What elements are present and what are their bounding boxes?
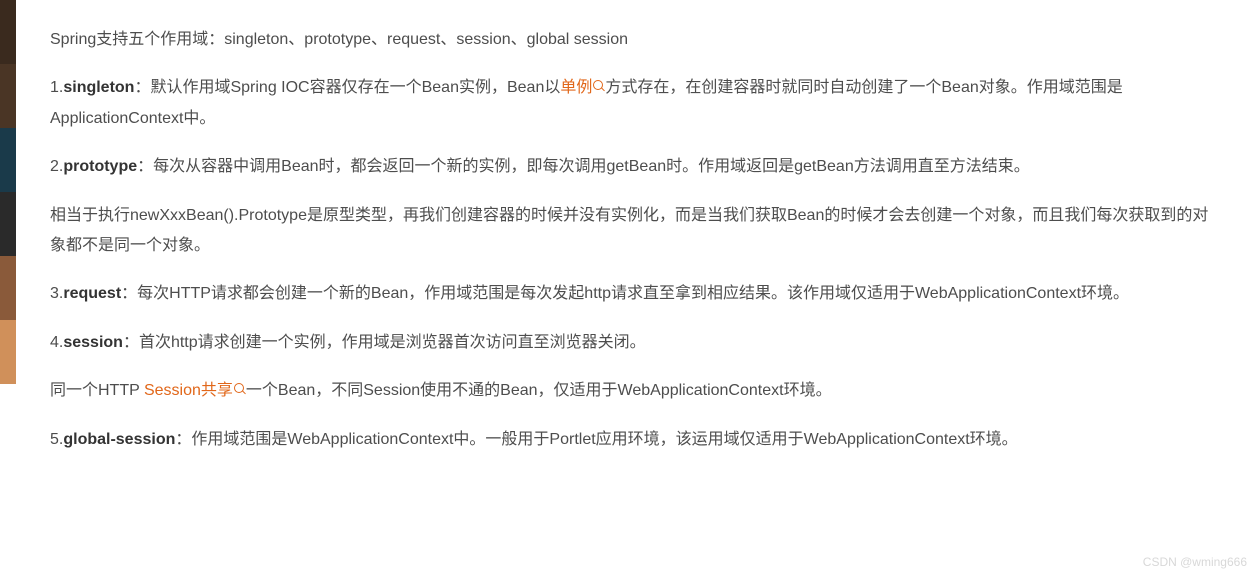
item-colon: ： [137,158,153,175]
item-text: 每次从容器中调用Bean时，都会返回一个新的实例，即每次调用getBean时。作… [153,158,1030,175]
session-extra-paragraph: 同一个HTTP Session共享一个Bean，不同Session使用不通的Be… [50,376,1220,406]
item-term: session [63,334,123,351]
singleton-link-wrap[interactable]: 单例 [560,79,605,96]
item-colon: ： [121,285,137,302]
item-number: 4. [50,334,63,351]
session-link-wrap[interactable]: Session共享 [144,382,246,399]
prototype-extra-paragraph: 相当于执行newXxxBean().Prototype是原型类型，再我们创建容器… [50,201,1220,262]
item-colon: ： [123,334,139,351]
item-text-pre: 默认作用域Spring IOC容器仅存在一个Bean实例，Bean以 [150,79,560,96]
item-colon: ： [175,431,191,448]
thumb-stub [0,128,16,192]
thumb-stub [0,192,16,256]
item-number: 5. [50,431,63,448]
sidebar-thumbnails [0,0,16,578]
item-text: 作用域范围是WebApplicationContext中。一般用于Portlet… [191,431,1017,448]
item-term: request [63,285,121,302]
item-request: 3.request：每次HTTP请求都会创建一个新的Bean，作用域范围是每次发… [50,279,1220,309]
item-global-session: 5.global-session：作用域范围是WebApplicationCon… [50,425,1220,455]
search-icon[interactable] [593,80,605,92]
thumb-stub [0,0,16,64]
item-term: global-session [63,431,175,448]
item-colon: ： [134,79,150,96]
search-icon[interactable] [234,383,246,395]
thumb-stub [0,64,16,128]
item-session: 4.session：首次http请求创建一个实例，作用域是浏览器首次访问直至浏览… [50,328,1220,358]
link-text[interactable]: 单例 [560,79,592,96]
item-term: prototype [63,158,137,175]
text-pre: 同一个HTTP [50,382,140,399]
article-body: Spring支持五个作用域：singleton、prototype、reques… [0,0,1255,493]
item-term: singleton [63,79,134,96]
item-singleton: 1.singleton：默认作用域Spring IOC容器仅存在一个Bean实例… [50,73,1220,134]
thumb-stub [0,256,16,320]
thumb-stub [0,320,16,384]
item-prototype: 2.prototype：每次从容器中调用Bean时，都会返回一个新的实例，即每次… [50,152,1220,182]
item-number: 1. [50,79,63,96]
item-text: 每次HTTP请求都会创建一个新的Bean，作用域范围是每次发起http请求直至拿… [137,285,1129,302]
item-text: 首次http请求创建一个实例，作用域是浏览器首次访问直至浏览器关闭。 [139,334,646,351]
item-number: 3. [50,285,63,302]
watermark: CSDN @wming666 [1143,551,1247,574]
link-text[interactable]: Session共享 [144,382,233,399]
text-post: 一个Bean，不同Session使用不通的Bean，仅适用于WebApplica… [246,382,832,399]
item-number: 2. [50,158,63,175]
intro-paragraph: Spring支持五个作用域：singleton、prototype、reques… [50,25,1220,55]
